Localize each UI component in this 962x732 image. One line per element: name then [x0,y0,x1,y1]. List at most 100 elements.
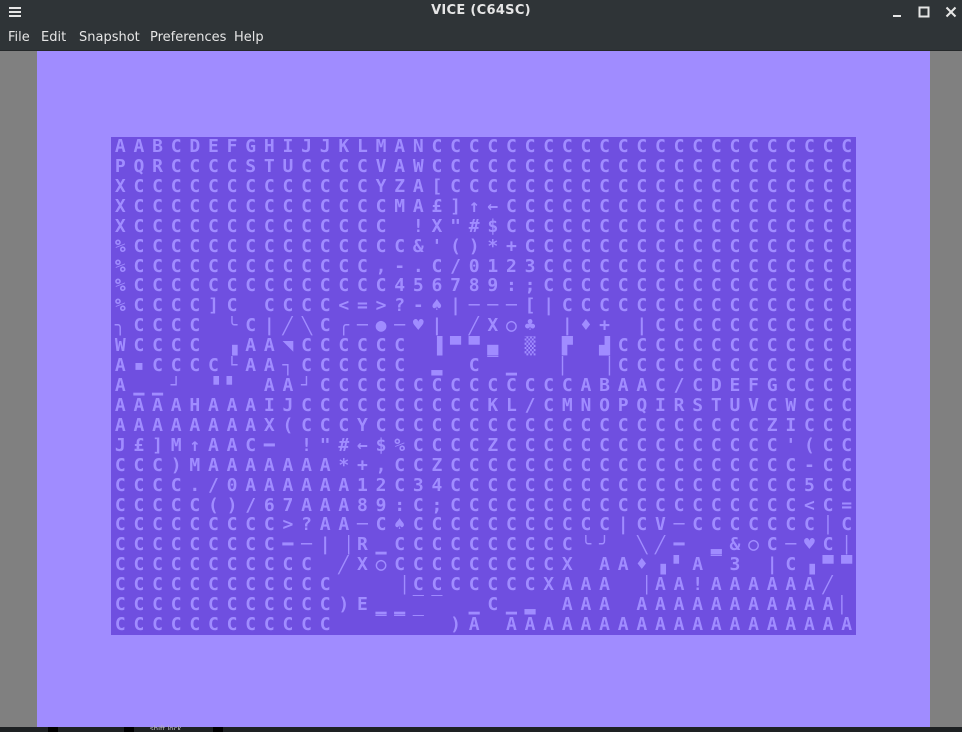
screen-cell: C [766,336,778,357]
menu-snapshot[interactable]: Snapshot [79,30,140,45]
screen-cell: # [338,435,350,456]
screen-cell: E [208,137,219,157]
screen-cell: C [394,455,406,476]
screen-cell: C [636,495,648,516]
screen-cell: C [729,415,741,436]
screen-cell: A [226,435,238,456]
screen-cell: C [580,515,592,536]
screen-cell: C [487,595,499,616]
screen-cell: ○ [748,535,759,556]
screen-cell: C [692,376,704,396]
screen-cell: C [524,435,536,456]
window-title: VICE (C64SC) [431,3,531,18]
screen-cell: C [692,475,704,496]
screen-cell: C [822,535,834,556]
screen-cell: C [729,495,741,516]
c64-text-screen[interactable]: AABCDEFGHIJJKLMANCCCCCCCCCCCCCCCCCCCCCCC… [111,137,856,635]
screen-cell: C [580,495,592,516]
screen-cell: C [412,376,424,396]
screen-cell: C [841,435,853,456]
menu-edit[interactable]: Edit [41,30,66,45]
screen-cell: C [468,495,480,516]
screen-cell: A [263,455,275,476]
screen-cell [428,615,447,635]
screen-cell: C [673,196,685,217]
screen-cell: C [636,156,648,177]
screen-cell: C [804,176,815,197]
screen-cell: C [152,515,163,536]
screen-cell: C [189,196,201,217]
screen-cell: C [412,535,424,556]
screen-cell: C [617,236,629,257]
screen-cell: C [319,595,331,616]
screen-cell: C [655,376,666,396]
screen-cell: ─ [673,515,685,536]
screen-cell: C [822,455,834,476]
screen-cell: A [710,595,722,616]
screen-cell: A [263,376,275,396]
screen-cell: A [282,376,294,396]
screen-cell: C [766,316,778,337]
screen-cell: C [301,395,312,416]
screen-cell: C [822,376,834,396]
screen-cell: + [506,236,517,257]
screen-cell: / [673,376,685,396]
screen-cell: C [655,296,666,317]
screen-cell: A [617,615,629,635]
screen-cell: C [226,535,238,556]
screen-cell: C [543,376,555,396]
screen-cell: C [636,296,648,317]
screen-cell: C [561,455,573,476]
screen-cell: X [114,216,126,237]
screen-cell: C [599,435,610,456]
screen-cell: A [561,575,573,596]
screen-cell: ▔ [431,595,443,616]
screen-cell: C [766,236,778,257]
minimize-button[interactable] [884,0,910,24]
screen-cell: A [599,575,610,596]
screen-cell: C [636,515,648,536]
screen-cell: C [189,336,201,357]
screen-cell: C [785,256,797,277]
screen-cell: C [506,515,517,536]
screen-cell: C [617,137,629,157]
screen-cell: C [152,535,163,556]
screen-cell: C [561,415,573,436]
screen-cell: C [170,535,182,556]
screen-cell: C [692,176,704,197]
screen-cell [837,575,856,595]
screen-cell: C [655,316,666,337]
menu-help[interactable]: Help [234,30,264,45]
screen-cell: | [450,296,461,317]
menu-file[interactable]: File [8,30,30,45]
screen-cell: X [357,555,368,576]
screen-cell: ─ [487,296,499,317]
menu-preferences[interactable]: Preferences [150,30,226,45]
screen-cell: C [524,555,536,576]
screen-cell: C [263,196,275,217]
screen-cell: C [468,455,480,476]
screen-cell: ─ [468,296,480,317]
screen-cell: C [506,455,517,476]
screen-cell: C [170,236,182,257]
screen-cell: C [245,256,257,277]
close-button[interactable] [938,0,962,24]
screen-cell: C [338,176,350,197]
screen-cell: C [226,296,238,317]
emulator-viewport[interactable]: AABCDEFGHIJJKLMANCCCCCCCCCCCCCCCCCCCCCCC… [0,51,962,727]
screen-cell: ( [282,415,294,436]
screen-cell: ↑ [189,435,201,456]
screen-cell: C [170,216,182,237]
screen-cell: A [599,615,610,635]
screen-cell: C [189,316,201,337]
screen-cell: C [524,535,536,556]
screen-cell: C [729,276,741,297]
screen-cell: C [114,595,126,616]
screen-cell: C [710,296,722,317]
screen-cell: C [357,236,368,257]
screen-cell: ▛ [561,336,573,357]
screen-cell: C [617,276,629,297]
maximize-button[interactable] [911,0,937,24]
screen-cell: [ [431,176,443,197]
screen-cell: C [301,196,312,217]
